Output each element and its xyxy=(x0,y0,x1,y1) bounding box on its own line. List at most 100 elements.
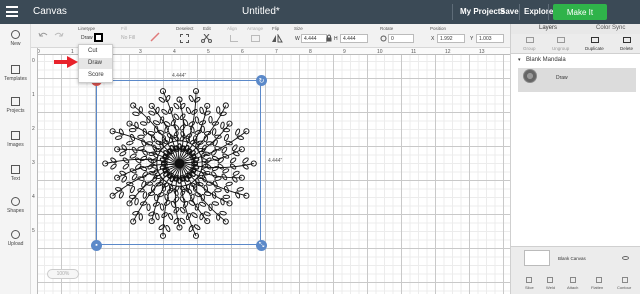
height-input[interactable]: 4.444 xyxy=(340,34,368,43)
linetype-option-draw[interactable]: Draw xyxy=(79,58,112,69)
flip-icon[interactable] xyxy=(271,34,283,43)
y-input[interactable]: 1.003 xyxy=(476,34,504,43)
sidebar-item-label: New xyxy=(10,41,21,47)
linetype-option-score[interactable]: Score xyxy=(79,70,112,81)
app-title: Canvas xyxy=(33,6,67,17)
ruler-number: 4 xyxy=(32,194,35,200)
ruler-number: 6 xyxy=(241,49,244,55)
weld-button[interactable]: Weld xyxy=(546,285,555,290)
group-name: Blank Mandala xyxy=(526,57,566,63)
mandala-image[interactable] xyxy=(97,81,262,246)
tab-color-sync[interactable]: Color Sync xyxy=(596,25,625,31)
rotate-input[interactable]: 0 xyxy=(388,34,414,43)
y-label: Y xyxy=(470,36,474,42)
sidebar-item-label: Upload xyxy=(7,241,24,247)
ruler-number: 11 xyxy=(411,49,417,55)
redo-icon[interactable] xyxy=(54,31,64,39)
selection-box[interactable] xyxy=(96,80,261,245)
sidebar-item-shapes[interactable]: Shapes xyxy=(0,197,31,214)
layer-row[interactable]: Draw xyxy=(518,68,636,92)
divider xyxy=(548,4,549,20)
ruler-number: 1 xyxy=(32,92,35,98)
sidebar-item-label: Projects xyxy=(6,108,25,114)
save-link[interactable]: Save xyxy=(500,7,519,16)
ungroup-button[interactable]: Ungroup xyxy=(552,46,569,51)
collapse-caret-icon[interactable]: ▾ xyxy=(518,57,521,63)
ruler-number: 12 xyxy=(445,49,451,55)
rotate-handle-icon[interactable]: ↻ xyxy=(256,75,267,86)
my-projects-link[interactable]: My Projects xyxy=(460,7,505,16)
align-label: Align xyxy=(227,26,238,31)
ruler-number: 9 xyxy=(343,49,346,55)
group-button[interactable]: Group xyxy=(523,46,536,51)
deselect-label: Deselect xyxy=(176,26,194,31)
ruler-number: 13 xyxy=(479,49,485,55)
make-it-button[interactable]: Make It xyxy=(553,4,607,20)
align-icon[interactable] xyxy=(230,35,238,42)
width-input[interactable]: 4.444 xyxy=(301,34,327,43)
zoom-control[interactable]: 100% xyxy=(47,269,79,279)
sidebar-item-projects[interactable]: Projects xyxy=(0,97,31,114)
ruler-number: 5 xyxy=(207,49,210,55)
sidebar-item-text[interactable]: Text xyxy=(0,165,31,182)
text-icon xyxy=(11,165,20,174)
slice-button[interactable]: Slice xyxy=(525,285,534,290)
sidebar-item-images[interactable]: Images xyxy=(0,131,31,148)
weld-icon[interactable] xyxy=(547,277,553,283)
arrange-label: Arrange xyxy=(247,26,264,31)
shirt-icon xyxy=(11,65,20,74)
group-icon xyxy=(526,37,534,43)
layers-panel: Layers Color Sync Group Ungroup Duplicat… xyxy=(510,24,640,294)
flatten-button[interactable]: Flatten xyxy=(591,285,603,290)
deselect-icon[interactable] xyxy=(180,34,189,43)
selection-height-label: 4.444" xyxy=(268,158,283,164)
linetype-color-swatch[interactable] xyxy=(94,33,103,42)
arrange-icon[interactable] xyxy=(251,35,260,42)
flatten-icon[interactable] xyxy=(596,277,602,283)
sidebar-item-templates[interactable]: Templates xyxy=(0,65,31,82)
attach-button[interactable]: Attach xyxy=(567,285,578,290)
eye-icon[interactable] xyxy=(622,256,629,260)
ruler-number: 7 xyxy=(275,49,278,55)
ruler-number: 3 xyxy=(139,49,142,55)
linetype-select[interactable]: Draw xyxy=(81,35,93,41)
sidebar-item-label: Text xyxy=(10,176,21,182)
blank-canvas-swatch[interactable] xyxy=(524,250,550,266)
sidebar-item-new[interactable]: New xyxy=(0,30,31,47)
contour-icon[interactable] xyxy=(622,277,628,283)
flip-label: Flip xyxy=(272,26,280,31)
sidebar-item-upload[interactable]: Upload xyxy=(0,230,31,247)
lock-icon[interactable] xyxy=(326,34,332,42)
layer-name: Draw xyxy=(556,75,568,81)
layer-group-row[interactable]: ▾ Blank Mandala xyxy=(511,57,640,66)
sidebar-item-label: Shapes xyxy=(7,208,24,214)
selection-width-label: 4.444" xyxy=(172,73,187,79)
menu-icon[interactable] xyxy=(6,6,18,17)
rotate-icon xyxy=(380,35,387,42)
attach-icon[interactable] xyxy=(570,277,576,283)
tab-layers[interactable]: Layers xyxy=(539,25,557,31)
linetype-label: Linetype xyxy=(78,26,96,31)
delete-button[interactable]: Delete xyxy=(620,46,633,51)
duplicate-button[interactable]: Duplicate xyxy=(585,46,604,51)
top-bar: Canvas Untitled* My Projects Save Explor… xyxy=(0,0,640,24)
ruler-number: 3 xyxy=(32,160,35,166)
slice-icon[interactable] xyxy=(526,277,532,283)
fill-select[interactable]: No Fill xyxy=(121,35,135,41)
divider xyxy=(519,4,520,20)
shapes-icon xyxy=(11,197,20,206)
sidebar-item-label: Templates xyxy=(4,76,27,82)
contour-button[interactable]: Contour xyxy=(617,285,631,290)
linetype-dropdown: Cut Draw Score xyxy=(78,44,113,83)
x-input[interactable]: 1.992 xyxy=(437,34,465,43)
resize-handle-icon[interactable]: ⤡ xyxy=(256,240,267,251)
pen-icon xyxy=(150,32,160,42)
undo-icon[interactable] xyxy=(38,31,48,39)
size-label: Size xyxy=(294,26,303,31)
scissors-icon[interactable] xyxy=(201,34,212,43)
lock-handle-icon[interactable]: ▪ xyxy=(91,240,102,251)
linetype-option-cut[interactable]: Cut xyxy=(79,46,112,57)
layer-tools: Group Ungroup Duplicate Delete xyxy=(511,34,640,54)
projects-icon xyxy=(11,97,20,106)
document-title[interactable]: Untitled* xyxy=(242,6,280,17)
